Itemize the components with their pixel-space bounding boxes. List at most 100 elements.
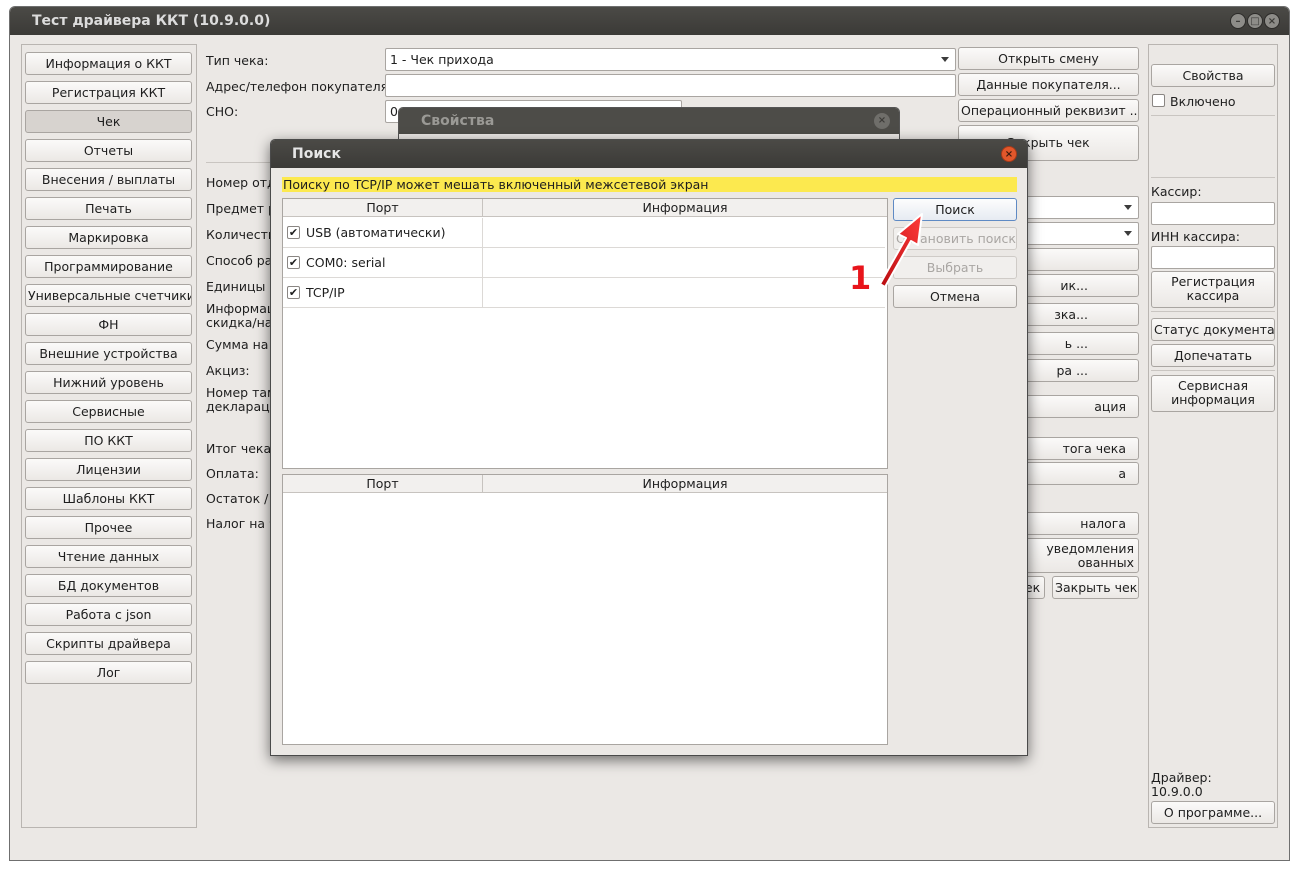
form-field-label: Итог чека, (206, 441, 276, 456)
column-header-info: Информация (483, 475, 887, 493)
partial-button[interactable]: а (1020, 462, 1139, 485)
sidebar-item[interactable]: ПО ККТ (25, 429, 192, 452)
minimize-icon[interactable]: – (1230, 13, 1246, 29)
reprint-button[interactable]: Допечатать (1151, 344, 1275, 367)
cashier-input[interactable] (1151, 202, 1275, 225)
sidebar-item[interactable]: Лог (25, 661, 192, 684)
partial-button[interactable]: ь ... (1020, 332, 1139, 355)
form-field-label: Информац (206, 301, 276, 316)
sidebar-item[interactable]: Регистрация ККТ (25, 81, 192, 104)
notify-marked-goods-button[interactable]: уведомленияованных товаров (1020, 538, 1139, 573)
enabled-label: Включено (1170, 94, 1236, 109)
table-row[interactable]: ✔ TCP/IP (283, 278, 885, 308)
form-field-label: Единицы и (206, 279, 278, 294)
sidebar-item[interactable]: Внешние устройства (25, 342, 192, 365)
form-field-label: Номер там (206, 385, 277, 400)
port-cell: ✔ COM0: serial (283, 248, 483, 278)
close-icon[interactable]: × (1264, 13, 1280, 29)
buyer-input[interactable] (385, 74, 956, 97)
check-type-value: 1 - Чек прихода (390, 52, 494, 67)
partial-button-0[interactable] (1020, 248, 1139, 271)
sidebar-item[interactable]: Нижний уровень (25, 371, 192, 394)
notify-line-1: уведомления (1046, 541, 1134, 556)
sidebar-item[interactable]: Прочее (25, 516, 192, 539)
partial-button[interactable]: зка... (1020, 303, 1139, 326)
register-cashier-button[interactable]: Регистрация кассира (1151, 271, 1275, 308)
chevron-down-icon (1124, 231, 1132, 236)
partial-button[interactable]: ик... (1020, 274, 1139, 297)
partial-button[interactable]: налога (1020, 512, 1139, 535)
maximize-icon[interactable]: □ (1247, 13, 1263, 29)
service-info-button[interactable]: Сервисная информация (1151, 375, 1275, 412)
form-field-label: Количеств (206, 227, 276, 242)
right-panel (1148, 44, 1278, 828)
sidebar-item[interactable]: Программирование (25, 255, 192, 278)
sidebar-item[interactable]: Чтение данных (25, 545, 192, 568)
annotation-arrow (879, 213, 923, 288)
sidebar-item[interactable]: Чек (25, 110, 192, 133)
partial-button[interactable]: ра ... (1020, 359, 1139, 382)
check-type-label: Тип чека: (206, 53, 269, 68)
table-row[interactable]: ✔ USB (автоматически) (283, 218, 885, 248)
cashier-inn-label: ИНН кассира: (1151, 229, 1241, 244)
form-field-label: Оплата: (206, 466, 259, 481)
window-title: Тест драйвера ККТ (10.9.0.0) (32, 13, 271, 29)
annotation-number: 1 (849, 259, 872, 297)
open-shift-button[interactable]: Открыть смену (958, 47, 1139, 70)
firewall-warning: Поиску по TCP/IP может мешать включенный… (282, 177, 1017, 192)
port-checkbox[interactable]: ✔ (287, 226, 300, 239)
sidebar-item[interactable]: Скрипты драйвера (25, 632, 192, 655)
port-cell: ✔ USB (автоматически) (283, 218, 483, 248)
chevron-down-icon (1124, 205, 1132, 210)
cashier-label: Кассир: (1151, 184, 1202, 199)
chevron-down-icon (941, 57, 949, 62)
table-row[interactable]: ✔ COM0: serial (283, 248, 885, 278)
port-label: COM0: serial (306, 255, 386, 270)
sidebar-item[interactable]: Лицензии (25, 458, 192, 481)
port-checkbox[interactable]: ✔ (287, 286, 300, 299)
sidebar-item[interactable]: Печать (25, 197, 192, 220)
enabled-checkbox[interactable] (1152, 94, 1165, 107)
check-type-select[interactable]: 1 - Чек прихода (385, 48, 956, 71)
sidebar-item[interactable]: Отчеты (25, 139, 192, 162)
form-field-label: Способ ра (206, 253, 273, 268)
sidebar-item[interactable]: Маркировка (25, 226, 192, 249)
sidebar-item[interactable]: Универсальные счетчики (25, 284, 192, 307)
cashier-inn-input[interactable] (1151, 246, 1275, 269)
sidebar-item[interactable]: Информация о ККТ (25, 52, 192, 75)
sidebar-item[interactable]: Шаблоны ККТ (25, 487, 192, 510)
sidebar-item[interactable]: БД документов (25, 574, 192, 597)
operational-requisite-button[interactable]: Операционный реквизит ... (958, 99, 1139, 122)
buyer-data-button[interactable]: Данные покупателя... (958, 73, 1139, 96)
sidebar-item[interactable]: Работа с json (25, 603, 192, 626)
sidebar-item[interactable]: ФН (25, 313, 192, 336)
subject-select[interactable] (1020, 196, 1139, 219)
port-label: TCP/IP (306, 285, 345, 300)
port-checkbox[interactable]: ✔ (287, 256, 300, 269)
about-button[interactable]: О программе... (1151, 801, 1275, 824)
driver-version: 10.9.0.0 (1151, 784, 1203, 799)
close-icon[interactable]: × (1001, 146, 1017, 162)
properties-button[interactable]: Свойства (1151, 64, 1275, 87)
column-header-port: Порт (283, 475, 483, 493)
divider (1151, 115, 1275, 116)
close-check-button[interactable]: Закрыть чек (1052, 576, 1139, 599)
partial-button[interactable]: ация (1020, 395, 1139, 418)
sno-label: СНО: (206, 104, 239, 119)
document-status-button[interactable]: Статус документа (1151, 318, 1275, 341)
divider (1151, 177, 1275, 178)
sidebar-item[interactable]: Внесения / выплаты (25, 168, 192, 191)
column-header-info: Информация (483, 199, 887, 217)
partial-button[interactable]: тога чека (1020, 437, 1139, 460)
column-header-port: Порт (283, 199, 483, 217)
form-field-label: Сумма на (206, 337, 269, 352)
ports-table: Порт Информация ✔ USB (автоматически) ✔ COM… (282, 198, 888, 469)
close-icon[interactable]: × (874, 113, 890, 129)
sidebar-item[interactable]: Сервисные (25, 400, 192, 423)
form-field-label: декларац (206, 399, 270, 414)
search-dialog-titlebar: Поиск × (271, 140, 1027, 168)
quantity-select[interactable] (1020, 222, 1139, 245)
divider (1151, 311, 1275, 312)
title-bar: Тест драйвера ККТ (10.9.0.0) – □ × (10, 7, 1289, 35)
sno-value: 0 (390, 104, 398, 119)
